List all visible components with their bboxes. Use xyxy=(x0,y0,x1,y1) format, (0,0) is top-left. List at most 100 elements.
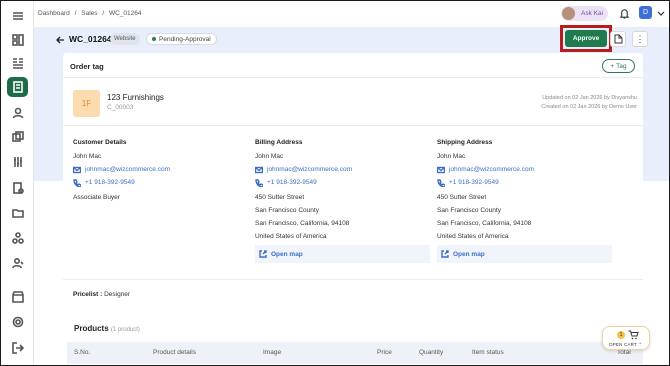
folder-icon[interactable] xyxy=(9,204,26,221)
order-details-card: Order tag + Tag 1F 123 Furnishings C_0000… xyxy=(63,53,643,303)
products-table-header: S.No. Product details Image Price Quanti… xyxy=(67,342,643,364)
team-icon[interactable] xyxy=(9,254,26,271)
column-header: Total xyxy=(617,349,631,356)
address-line: San Francisco County xyxy=(437,207,501,214)
more-options-button[interactable]: ⋮ xyxy=(632,31,648,47)
chevron-down-icon[interactable] xyxy=(657,9,665,17)
address-line: San Francisco, California, 94108 xyxy=(437,220,532,227)
phone-text: +1 918-392-9549 xyxy=(267,179,317,186)
external-link-icon xyxy=(259,250,267,258)
email-link[interactable]: johnmac@wizcommerce.com xyxy=(437,163,612,176)
products-title: Products (1 product) xyxy=(74,324,140,333)
breadcrumb-sales[interactable]: Sales xyxy=(81,10,97,17)
sales-icon[interactable] xyxy=(7,77,28,97)
gear-icon[interactable] xyxy=(9,313,26,330)
user-avatar[interactable]: D xyxy=(639,6,652,19)
column-header: Quantity xyxy=(419,349,444,356)
email-link[interactable]: johnmac@wizcommerce.com xyxy=(255,163,430,176)
dashboard-icon[interactable] xyxy=(9,31,26,48)
email-text: johnmac@wizcommerce.com xyxy=(267,166,352,173)
settings-sliders-icon[interactable] xyxy=(9,153,26,170)
cart-label: OPEN CART ⌃ xyxy=(609,342,642,348)
plus-icon: + xyxy=(610,62,615,70)
ask-kai-button[interactable]: Ask Kai xyxy=(561,6,608,21)
phone-icon xyxy=(437,178,445,187)
open-cart-button[interactable]: 1 OPEN CART ⌃ xyxy=(602,326,650,350)
breadcrumb-separator: / xyxy=(102,10,105,17)
address-line: United States of America xyxy=(255,233,327,240)
audit-info: Updated on 02 Jan 2026 by Divyanshu Crea… xyxy=(541,94,637,112)
email-link[interactable]: johnmac@wizcommerce.com xyxy=(73,163,170,176)
contact-name: John Mac xyxy=(437,153,466,160)
back-arrow-icon[interactable] xyxy=(55,35,65,45)
document-button[interactable] xyxy=(610,31,626,47)
channel-badge: Website xyxy=(110,33,140,45)
customer-details-section: Customer Details John Mac johnmac@wizcom… xyxy=(73,139,170,204)
column-header: Product details xyxy=(153,349,196,356)
phone-link[interactable]: +1 918-392-9549 xyxy=(437,176,612,189)
breadcrumb-dashboard[interactable]: Dashboard xyxy=(38,10,70,17)
cart-count-badge: 1 xyxy=(617,331,625,339)
products-label: Products xyxy=(74,324,109,333)
address-line: San Francisco, California, 94108 xyxy=(255,220,350,227)
avatar xyxy=(562,7,575,20)
phone-text: +1 918-392-9549 xyxy=(85,179,135,186)
bell-icon[interactable] xyxy=(619,8,630,19)
mail-icon xyxy=(255,166,263,173)
add-tag-button[interactable]: + Tag xyxy=(602,59,635,73)
store-icon[interactable] xyxy=(9,288,26,305)
address-line: San Francisco County xyxy=(255,207,319,214)
column-header: Image xyxy=(263,349,282,356)
open-map-button[interactable]: Open map xyxy=(255,245,430,263)
mail-icon xyxy=(437,166,445,173)
email-text: johnmac@wizcommerce.com xyxy=(85,166,170,173)
breadcrumb: Dashboard / Sales / WC_01264 xyxy=(38,10,144,17)
order-id: WC_01264 xyxy=(69,34,112,44)
approve-highlight: Approve xyxy=(560,25,612,52)
ask-kai-label: Ask Kai xyxy=(581,10,604,17)
address-line: 450 Sutter Street xyxy=(255,194,305,201)
payments-icon[interactable] xyxy=(9,179,26,196)
column-header: Item status xyxy=(472,349,504,356)
phone-text: +1 918-392-9549 xyxy=(449,179,499,186)
address-line: 450 Sutter Street xyxy=(437,194,487,201)
cart-icon xyxy=(628,330,639,340)
shipping-address-section: Shipping Address John Mac johnmac@wizcom… xyxy=(437,139,612,263)
catalog-icon[interactable] xyxy=(9,54,26,71)
contact-name: John Mac xyxy=(73,153,102,160)
mail-icon xyxy=(73,166,81,173)
company-name[interactable]: 123 Furnishings xyxy=(107,93,164,102)
orders-icon[interactable] xyxy=(9,128,26,145)
integrations-icon[interactable] xyxy=(9,229,26,246)
open-map-button[interactable]: Open map xyxy=(437,245,612,263)
app-window: Dashboard / Sales / WC_01264 Ask Kai D W… xyxy=(0,0,670,366)
products-count: (1 product) xyxy=(110,327,140,333)
logout-icon[interactable] xyxy=(9,339,26,356)
external-link-icon xyxy=(441,250,449,258)
status-label: Pending-Approval xyxy=(159,35,211,43)
divider xyxy=(63,77,643,78)
company-code: C_00003 xyxy=(107,104,134,111)
pricelist-value: Designer xyxy=(104,291,131,298)
updated-info: Updated on 02 Jan 2026 by Divyanshu xyxy=(542,95,637,101)
customer-icon[interactable] xyxy=(9,104,26,121)
breadcrumb-separator: / xyxy=(74,10,77,17)
phone-link[interactable]: +1 918-392-9549 xyxy=(73,176,170,189)
cart-label-text: OPEN CART xyxy=(609,342,637,347)
menu-icon[interactable] xyxy=(9,7,26,24)
column-header: S.No. xyxy=(74,349,91,356)
order-tag-title: Order tag xyxy=(70,62,104,71)
open-map-label: Open map xyxy=(453,250,485,258)
section-title: Billing Address xyxy=(255,139,303,146)
sidebar xyxy=(1,1,34,365)
phone-link[interactable]: +1 918-392-9549 xyxy=(255,176,430,189)
contact-name: John Mac xyxy=(255,153,284,160)
email-text: johnmac@wizcommerce.com xyxy=(449,166,534,173)
chevron-up-icon: ⌃ xyxy=(638,342,643,347)
approve-button[interactable]: Approve xyxy=(565,30,607,47)
billing-address-section: Billing Address John Mac johnmac@wizcomm… xyxy=(255,139,430,263)
open-map-label: Open map xyxy=(271,250,303,258)
phone-icon xyxy=(73,178,81,187)
customer-role: Associate Buyer xyxy=(73,194,120,201)
column-header: Price xyxy=(377,349,392,356)
